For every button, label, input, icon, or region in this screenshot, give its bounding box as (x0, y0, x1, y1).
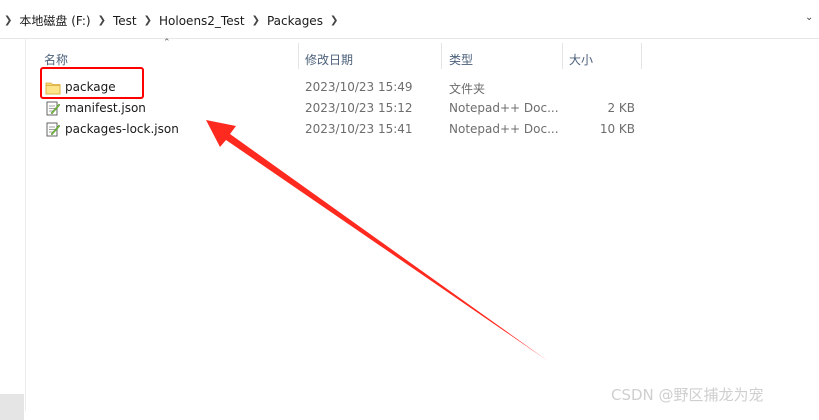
annotation-arrow (206, 120, 548, 361)
watermark: CSDN @野区捕龙为宠 (611, 386, 764, 404)
